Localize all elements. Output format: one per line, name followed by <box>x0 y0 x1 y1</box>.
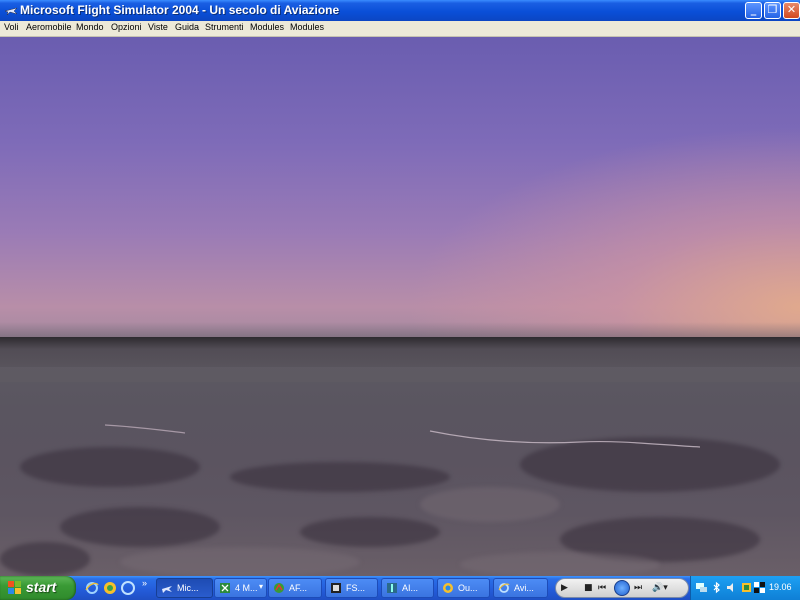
task-ai[interactable]: AI... <box>381 578 434 598</box>
security-icon[interactable] <box>740 581 753 594</box>
bluetooth-icon[interactable] <box>710 581 723 594</box>
speaker-icon[interactable] <box>725 581 738 594</box>
clock[interactable]: 19.06 <box>769 582 792 592</box>
restore-button[interactable]: ❐ <box>764 2 781 19</box>
task-fs[interactable]: FS... <box>325 578 378 598</box>
river-line <box>104 424 701 448</box>
windows-logo-icon <box>8 581 21 594</box>
previous-button[interactable]: ⏮ <box>598 583 606 593</box>
flight-simulator-icon <box>4 7 18 16</box>
menu-modules-1[interactable]: Modules <box>250 22 284 32</box>
internet-explorer-icon <box>498 583 510 593</box>
menu-opzioni[interactable]: Opzioni <box>111 22 142 32</box>
excel-icon <box>220 583 230 593</box>
minimize-button[interactable]: _ <box>745 2 762 19</box>
menu-viste[interactable]: Viste <box>148 22 168 32</box>
window-title: Microsoft Flight Simulator 2004 - Un sec… <box>20 3 340 17</box>
media-player-toolbar: ▶ ■ ⏮ ⏭ 🔊▾ <box>555 578 689 598</box>
internet-explorer-icon[interactable] <box>85 581 99 595</box>
media-player-icon[interactable]: ▶ <box>561 583 568 593</box>
title-bar[interactable]: Microsoft Flight Simulator 2004 - Un sec… <box>0 0 800 22</box>
terrain <box>0 367 800 576</box>
fsuipc-icon <box>331 583 341 593</box>
menu-bar: Voli Aeromobile Mondo Opzioni Viste Guid… <box>0 21 800 37</box>
network-icon[interactable] <box>695 581 708 594</box>
minimize-icon: _ <box>750 3 757 16</box>
volume-button[interactable]: 🔊▾ <box>652 583 668 593</box>
flight-simulator-icon <box>162 586 172 593</box>
outlook-icon[interactable] <box>121 581 135 595</box>
close-button[interactable]: ✕ <box>783 2 800 19</box>
menu-aeromobile[interactable]: Aeromobile <box>26 22 72 32</box>
menu-voli[interactable]: Voli <box>4 22 19 32</box>
task-af[interactable]: AF... <box>268 578 322 598</box>
menu-modules-2[interactable]: Modules <box>290 22 324 32</box>
horizon-haze <box>0 322 800 382</box>
start-button[interactable]: start <box>0 576 76 600</box>
task-flight-simulator[interactable]: Mic... <box>156 578 213 598</box>
restore-icon: ❐ <box>767 3 778 16</box>
stop-button[interactable]: ■ <box>584 583 593 593</box>
pause-button[interactable] <box>614 580 630 596</box>
menu-guida[interactable]: Guida <box>175 22 199 32</box>
task-browser[interactable]: Avi... <box>493 578 548 598</box>
system-tray: 19.06 <box>690 576 800 600</box>
chevron-down-icon: ▾ <box>258 582 263 591</box>
messenger-icon[interactable] <box>103 581 117 595</box>
menu-mondo[interactable]: Mondo <box>76 22 104 32</box>
outlook-icon <box>443 583 453 593</box>
adobe-icon <box>274 583 284 593</box>
antivirus-icon[interactable] <box>753 581 766 594</box>
menu-strumenti[interactable]: Strumenti <box>205 22 244 32</box>
sky <box>0 37 800 337</box>
close-icon: ✕ <box>786 3 797 16</box>
next-button[interactable]: ⏭ <box>634 583 642 593</box>
task-excel[interactable]: 4 M... ▾ <box>214 578 267 598</box>
quick-launch-overflow[interactable]: » <box>142 578 147 588</box>
ai-icon <box>387 583 397 593</box>
simulator-viewport[interactable] <box>0 37 800 576</box>
taskbar: start » Mic... 4 M... ▾ AF... FS... AI..… <box>0 576 800 600</box>
task-outlook[interactable]: Ou... <box>437 578 490 598</box>
start-label: start <box>26 579 57 595</box>
